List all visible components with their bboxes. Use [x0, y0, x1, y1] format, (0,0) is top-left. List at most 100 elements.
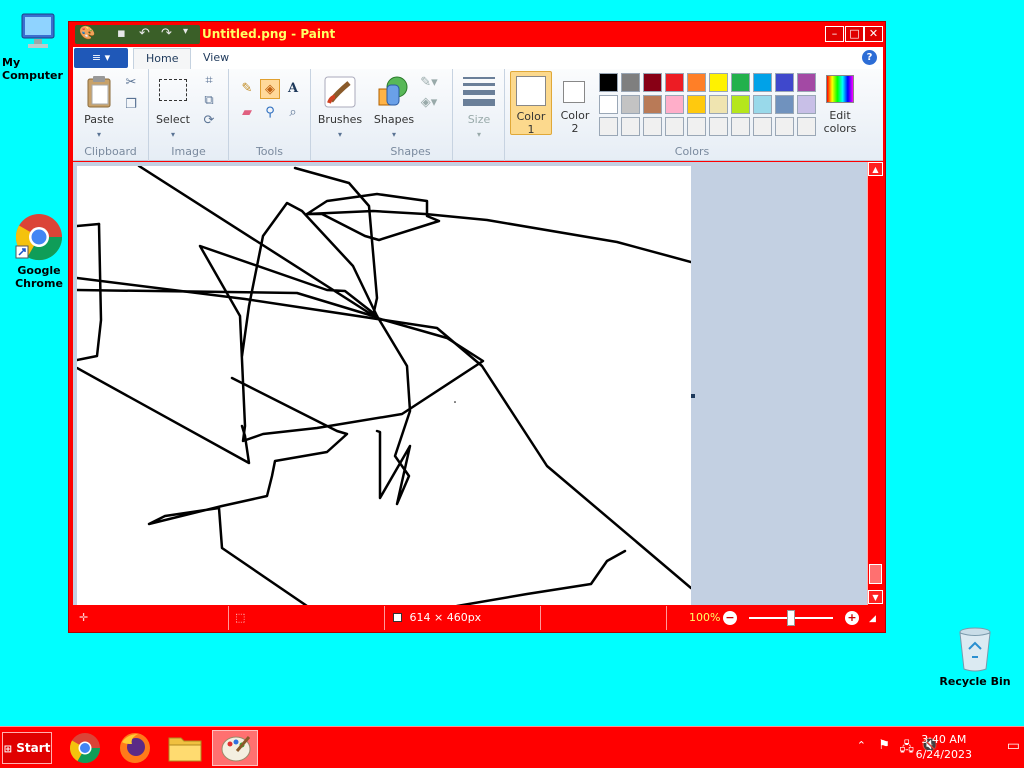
edit-colors-button[interactable]: Edit colors	[817, 71, 863, 137]
palette-swatch[interactable]	[621, 117, 640, 136]
palette-swatch[interactable]	[797, 73, 816, 92]
clock-time: 3:40 AM	[921, 733, 967, 746]
taskbar-file-explorer[interactable]	[162, 730, 208, 766]
desktop-icon-recycle-bin[interactable]: Recycle Bin	[937, 625, 1013, 688]
brushes-dropdown-icon[interactable]: ▾	[330, 125, 350, 145]
rotate-icon[interactable]: ⟳	[199, 111, 219, 131]
vertical-scrollbar[interactable]: ▲ ▼	[867, 162, 883, 605]
taskbar-chrome[interactable]	[62, 730, 108, 766]
palette-swatch[interactable]	[797, 117, 816, 136]
palette-swatch[interactable]	[687, 95, 706, 114]
redo-icon[interactable]: ↷	[161, 26, 172, 41]
palette-swatch[interactable]	[665, 95, 684, 114]
desktop-icon-label: My Computer	[2, 56, 63, 82]
palette-swatch[interactable]	[753, 117, 772, 136]
scroll-down-arrow[interactable]: ▼	[868, 590, 883, 604]
shapes-icon[interactable]	[377, 75, 411, 109]
zoom-out-button[interactable]: −	[723, 611, 737, 625]
outline-icon[interactable]: ✎▾	[419, 73, 439, 93]
palette-swatch[interactable]	[753, 73, 772, 92]
pencil-icon[interactable]: ✎	[237, 79, 257, 99]
show-hidden-icons-icon[interactable]: ⌃	[857, 739, 866, 752]
clock[interactable]: 3:40 AM 6/24/2023	[916, 732, 972, 762]
palette-swatch[interactable]	[621, 73, 640, 92]
palette-swatch[interactable]	[665, 73, 684, 92]
start-button[interactable]: ⊞ Start	[2, 732, 52, 764]
notification-icon[interactable]: ▭	[1007, 738, 1020, 754]
palette-swatch[interactable]	[643, 73, 662, 92]
cut-icon[interactable]: ✂	[121, 73, 141, 93]
scroll-up-arrow[interactable]: ▲	[868, 162, 883, 176]
magnifier-icon[interactable]: ⌕	[283, 103, 303, 123]
tab-view[interactable]: View	[191, 48, 241, 69]
scroll-thumb[interactable]	[869, 564, 882, 584]
palette-swatch[interactable]	[753, 95, 772, 114]
window-resize-grip[interactable]: ◢	[869, 614, 881, 626]
palette-swatch[interactable]	[599, 117, 618, 136]
palette-swatch[interactable]	[709, 95, 728, 114]
text-icon[interactable]: A	[283, 79, 303, 99]
palette-swatch[interactable]	[775, 117, 794, 136]
maximize-button[interactable]: □	[845, 26, 864, 42]
tab-home[interactable]: Home	[133, 48, 192, 69]
taskbar-firefox[interactable]	[112, 730, 158, 766]
desktop-icon-my-computer[interactable]: My Computer	[0, 10, 76, 82]
drawing-canvas[interactable]	[77, 166, 691, 605]
size-icon[interactable]	[463, 77, 495, 106]
palette-swatch[interactable]	[797, 95, 816, 114]
zoom-slider-thumb[interactable]	[787, 610, 795, 626]
paste-dropdown-icon[interactable]: ▾	[89, 125, 109, 145]
palette-swatch[interactable]	[687, 117, 706, 136]
windows-logo-icon: ⊞	[3, 744, 13, 755]
crop-icon[interactable]: ⌗	[199, 71, 219, 91]
customize-qat-icon[interactable]: ▾	[183, 26, 188, 37]
save-icon[interactable]: ▪	[117, 26, 126, 41]
paint-app-icon[interactable]: 🎨	[79, 26, 95, 41]
eraser-icon[interactable]: ▰	[237, 103, 257, 123]
undo-icon[interactable]: ↶	[139, 26, 150, 41]
brushes-icon[interactable]	[323, 75, 357, 109]
help-icon[interactable]: ?	[862, 50, 877, 65]
palette-swatch[interactable]	[643, 117, 662, 136]
cursor-position-icon: ✛	[79, 611, 89, 624]
palette-swatch[interactable]	[775, 73, 794, 92]
title-bar[interactable]: 🎨 ▪ ↶ ↷ ▾ Untitled.png - Paint – □ ✕	[69, 22, 885, 47]
paint-window[interactable]: 🎨 ▪ ↶ ↷ ▾ Untitled.png - Paint – □ ✕ ≡ ▾…	[68, 21, 886, 633]
canvas-area[interactable]	[73, 162, 867, 605]
palette-swatch[interactable]	[665, 117, 684, 136]
palette-swatch[interactable]	[687, 73, 706, 92]
palette-swatch[interactable]	[731, 117, 750, 136]
minimize-button[interactable]: –	[825, 26, 844, 42]
network-icon[interactable]: 🖧	[900, 738, 915, 760]
palette-swatch[interactable]	[599, 73, 618, 92]
desktop-icon-google-chrome[interactable]: Google Chrome	[1, 212, 77, 290]
palette-swatch[interactable]	[709, 73, 728, 92]
select-icon[interactable]	[159, 79, 187, 101]
close-button[interactable]: ✕	[864, 26, 883, 42]
palette-swatch[interactable]	[731, 73, 750, 92]
image-size-text: 614 × 460px	[409, 611, 482, 624]
color1-button[interactable]: Color 1	[510, 71, 552, 136]
canvas-resize-handle[interactable]	[691, 394, 695, 398]
palette-swatch[interactable]	[709, 117, 728, 136]
fill-icon[interactable]: ◈	[260, 79, 280, 99]
copy-icon[interactable]: ❐	[121, 95, 141, 115]
palette-swatch[interactable]	[599, 95, 618, 114]
paint-menu-button[interactable]: ≡ ▾	[74, 48, 128, 68]
select-dropdown-icon[interactable]: ▾	[163, 125, 183, 145]
palette-swatch[interactable]	[731, 95, 750, 114]
zoom-in-button[interactable]: +	[845, 611, 859, 625]
resize-icon[interactable]: ⧉	[199, 91, 219, 111]
shapes-dropdown-icon[interactable]: ▾	[384, 125, 404, 145]
taskbar-paint[interactable]	[212, 730, 258, 766]
paste-icon[interactable]	[85, 75, 113, 109]
size-dropdown-icon[interactable]: ▾	[469, 125, 489, 145]
fill-shape-icon[interactable]: ◈▾	[419, 93, 439, 113]
color-picker-icon[interactable]: ⚲	[260, 103, 280, 123]
palette-swatch[interactable]	[643, 95, 662, 114]
action-center-flag-icon[interactable]: ⚑	[878, 738, 890, 753]
palette-swatch[interactable]	[775, 95, 794, 114]
palette-swatch[interactable]	[621, 95, 640, 114]
image-group-label: Image	[171, 145, 206, 158]
color2-button[interactable]: Color 2	[555, 71, 595, 135]
